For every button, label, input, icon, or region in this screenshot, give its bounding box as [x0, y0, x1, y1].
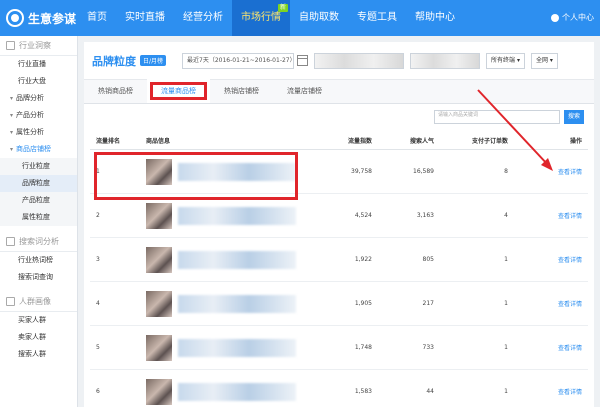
annotation-arrow	[477, 89, 553, 171]
annotation-arrow-line	[477, 89, 550, 167]
